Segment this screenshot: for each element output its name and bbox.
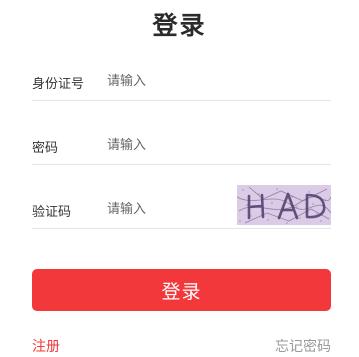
login-page: 登录 身份证号 密码 验证码 — [0, 0, 359, 357]
captcha-label: 验证码 — [32, 205, 72, 220]
register-link[interactable]: 注册 — [32, 336, 60, 356]
password-input[interactable] — [107, 133, 227, 157]
page-title: 登录 — [152, 11, 207, 40]
password-row: 密码 — [32, 128, 331, 165]
id-number-input[interactable] — [107, 69, 227, 93]
password-label: 密码 — [32, 141, 59, 156]
captcha-image[interactable] — [237, 185, 331, 225]
id-number-label: 身份证号 — [32, 77, 85, 92]
captcha-noise-graphic — [237, 185, 331, 225]
forgot-password-link[interactable]: 忘记密码 — [275, 336, 331, 356]
login-button[interactable]: 登录 — [32, 269, 331, 311]
captcha-row: 验证码 — [32, 185, 331, 229]
id-number-row: 身份证号 — [32, 64, 331, 101]
captcha-input[interactable] — [107, 197, 227, 221]
